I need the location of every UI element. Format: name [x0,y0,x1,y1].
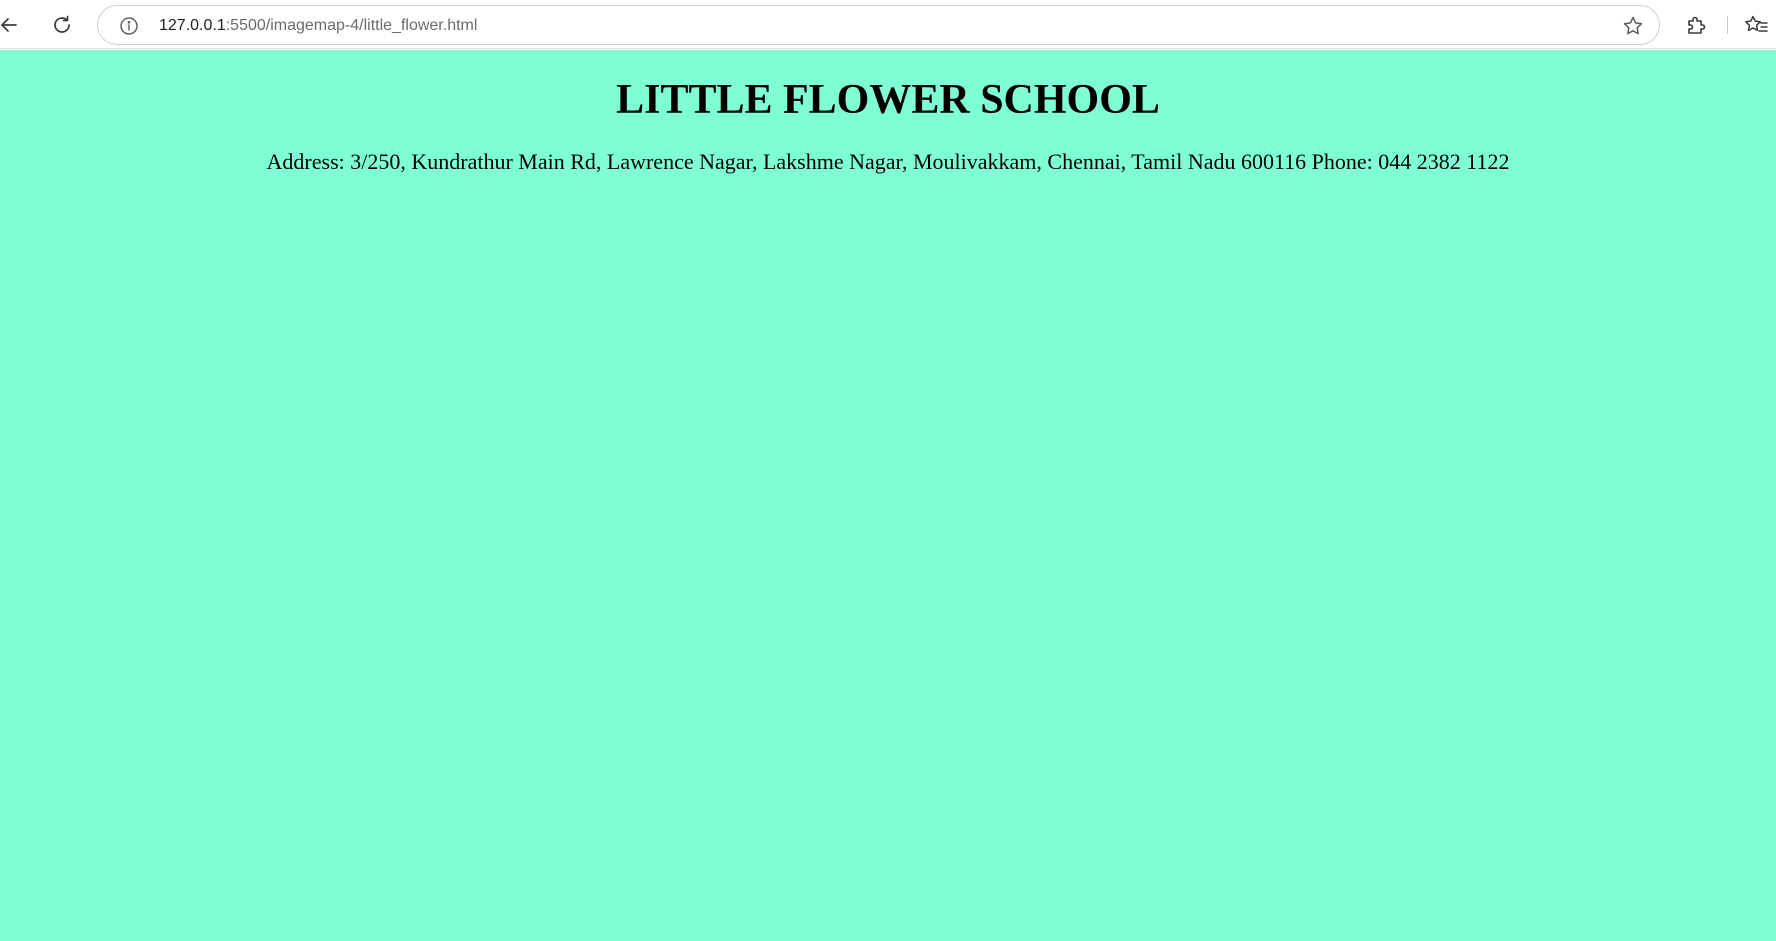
browser-toolbar: 127.0.0.1:5500/imagemap-4/little_flower.… [0,0,1776,49]
url-host: 127.0.0.1 [159,17,226,34]
puzzle-icon [1685,14,1707,36]
reload-button[interactable] [47,10,77,40]
address-bar[interactable]: 127.0.0.1:5500/imagemap-4/little_flower.… [97,5,1660,45]
school-address: Address: 3/250, Kundrathur Main Rd, Lawr… [266,149,1510,174]
favorites-button[interactable] [1741,10,1771,40]
reload-icon [51,14,73,36]
url-text[interactable]: 127.0.0.1:5500/imagemap-4/little_flower.… [159,17,477,35]
url-path: :5500/imagemap-4/little_flower.html [225,17,478,34]
arrow-left-icon [0,15,19,35]
star-icon[interactable] [1622,15,1644,37]
back-button[interactable] [0,10,24,40]
info-icon[interactable] [119,16,139,36]
extensions-button[interactable] [1681,10,1711,40]
page-content: LITTLE FLOWER SCHOOL Address: 3/250, Kun… [0,50,1776,941]
favorites-icon [1744,14,1768,36]
toolbar-divider [1727,16,1728,34]
page-title: LITTLE FLOWER SCHOOL [616,77,1160,123]
